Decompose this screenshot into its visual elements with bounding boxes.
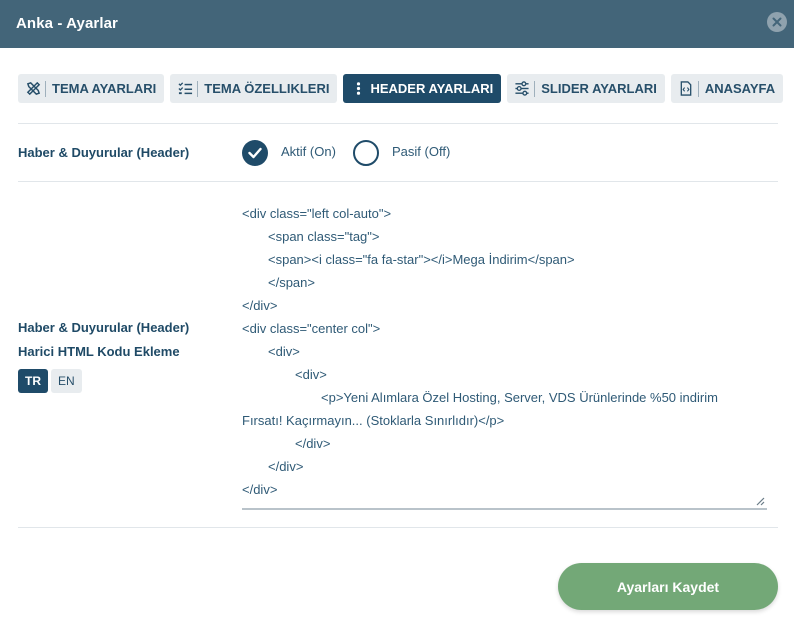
- checklist-icon: [177, 81, 193, 97]
- code-line: <span><i class="fa fa-star"></i>Mega İnd…: [268, 252, 575, 267]
- tab-tema-ozellikleri[interactable]: TEMA ÖZELLIKLERI: [170, 74, 338, 103]
- resize-handle-icon[interactable]: [756, 497, 765, 506]
- tab-label: SLIDER AYARLARI: [541, 81, 657, 96]
- divider: [18, 527, 778, 528]
- tab-separator: [534, 80, 536, 97]
- tab-label: ANASAYFA: [704, 81, 776, 96]
- tools-icon: [25, 81, 41, 97]
- code-line: <div class="center col">: [242, 321, 381, 336]
- save-settings-button[interactable]: Ayarları Kaydet: [558, 563, 778, 610]
- code-line: <div class="left col-auto">: [242, 206, 392, 221]
- html-code-label-line1: Haber & Duyurular (Header): [18, 320, 190, 335]
- window-title: Anka - Ayarlar: [16, 15, 118, 32]
- radio-aktif-label[interactable]: Aktif (On): [281, 144, 336, 159]
- vertical-dots-icon: [350, 81, 366, 97]
- tab-tema-ayarlari[interactable]: TEMA AYARLARI: [18, 74, 165, 103]
- close-icon: [772, 17, 782, 27]
- tab-header-ayarlari[interactable]: HEADER AYARLARI: [343, 74, 502, 103]
- code-line: </div>: [242, 298, 278, 313]
- window-titlebar: Anka - Ayarlar: [0, 0, 794, 48]
- sliders-icon: [514, 81, 530, 97]
- html-code-textarea[interactable]: <div class="left col-auto"> <span class=…: [242, 200, 767, 510]
- radio-aktif[interactable]: [242, 140, 268, 166]
- language-tab-en[interactable]: EN: [51, 369, 82, 393]
- code-line: <span class="tag">: [268, 229, 380, 244]
- code-line: </div>: [268, 459, 304, 474]
- close-button[interactable]: [767, 12, 787, 32]
- tab-separator: [697, 80, 699, 97]
- code-file-icon: [678, 81, 694, 97]
- tab-separator: [197, 80, 199, 97]
- radio-pasif-label[interactable]: Pasif (Off): [392, 144, 450, 159]
- radio-pasif[interactable]: [353, 140, 379, 166]
- tab-separator: [45, 80, 46, 97]
- code-line: </span>: [268, 275, 315, 290]
- code-line: <p>Yeni Alımlara Özel Hosting, Server, V…: [321, 390, 718, 405]
- code-line: <div>: [268, 344, 300, 359]
- tab-label: TEMA AYARLARI: [52, 81, 157, 96]
- html-code-label-line2: Harici HTML Kodu Ekleme: [18, 344, 180, 359]
- language-tab-tr[interactable]: TR: [18, 369, 48, 393]
- divider: [18, 123, 778, 124]
- code-line: </div>: [295, 436, 331, 451]
- tab-label: TEMA ÖZELLIKLERI: [204, 81, 330, 96]
- code-line: Fırsatı! Kaçırmayın... (Stoklarla Sınırl…: [242, 413, 505, 428]
- tab-anasayfa[interactable]: ANASAYFA: [670, 74, 784, 103]
- check-icon: [248, 147, 262, 159]
- tab-label: HEADER AYARLARI: [370, 81, 494, 96]
- divider: [18, 181, 778, 182]
- code-line: <div>: [295, 367, 327, 382]
- code-line: </div>: [242, 482, 278, 497]
- header-news-label: Haber & Duyurular (Header): [18, 145, 190, 160]
- settings-tabs: TEMA AYARLARI TEMA ÖZELLIKLERI HEADER AY…: [18, 74, 784, 103]
- tab-slider-ayarlari[interactable]: SLIDER AYARLARI: [507, 74, 665, 103]
